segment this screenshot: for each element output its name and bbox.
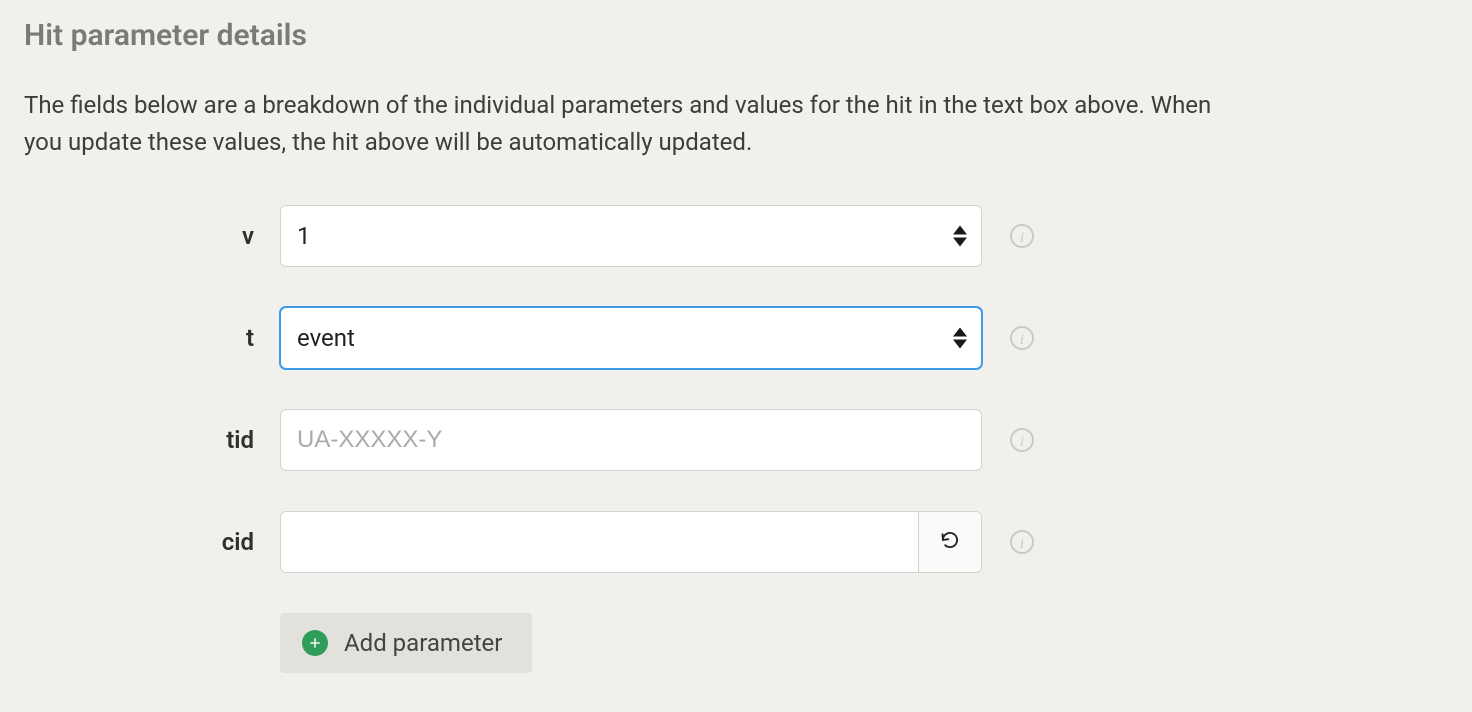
add-parameter-button[interactable]: Add parameter <box>280 613 532 673</box>
parameter-form: v 1 i t event i tid i <box>24 205 1448 673</box>
add-parameter-label: Add parameter <box>344 629 502 657</box>
param-row-t: event i <box>280 307 1448 369</box>
section-description: The fields below are a breakdown of the … <box>24 87 1224 161</box>
info-icon[interactable]: i <box>1010 530 1034 554</box>
param-label-cid: cid <box>222 528 254 556</box>
param-row-v: 1 i <box>280 205 1448 267</box>
refresh-icon <box>940 530 960 554</box>
param-label-v: v <box>242 222 254 250</box>
param-input-wrap-cid <box>280 511 982 573</box>
info-icon[interactable]: i <box>1010 326 1034 350</box>
param-label-t: t <box>246 324 254 352</box>
param-label-tid: tid <box>226 426 254 454</box>
param-select-t-value: event <box>297 324 355 352</box>
param-row-cid: i <box>280 511 1448 573</box>
regenerate-cid-button[interactable] <box>918 512 981 572</box>
param-select-v-value: 1 <box>297 222 311 250</box>
param-row-tid: i <box>280 409 1448 471</box>
param-select-t[interactable]: event <box>280 307 982 369</box>
info-icon[interactable]: i <box>1010 428 1034 452</box>
param-input-tid[interactable] <box>280 409 982 471</box>
plus-circle-icon <box>302 630 328 656</box>
section-title: Hit parameter details <box>24 18 1448 53</box>
select-arrows-icon <box>953 328 967 349</box>
param-input-cid[interactable] <box>281 512 918 572</box>
info-icon[interactable]: i <box>1010 224 1034 248</box>
param-select-v[interactable]: 1 <box>280 205 982 267</box>
select-arrows-icon <box>953 226 967 247</box>
hit-parameter-details-section: Hit parameter details The fields below a… <box>0 0 1472 691</box>
